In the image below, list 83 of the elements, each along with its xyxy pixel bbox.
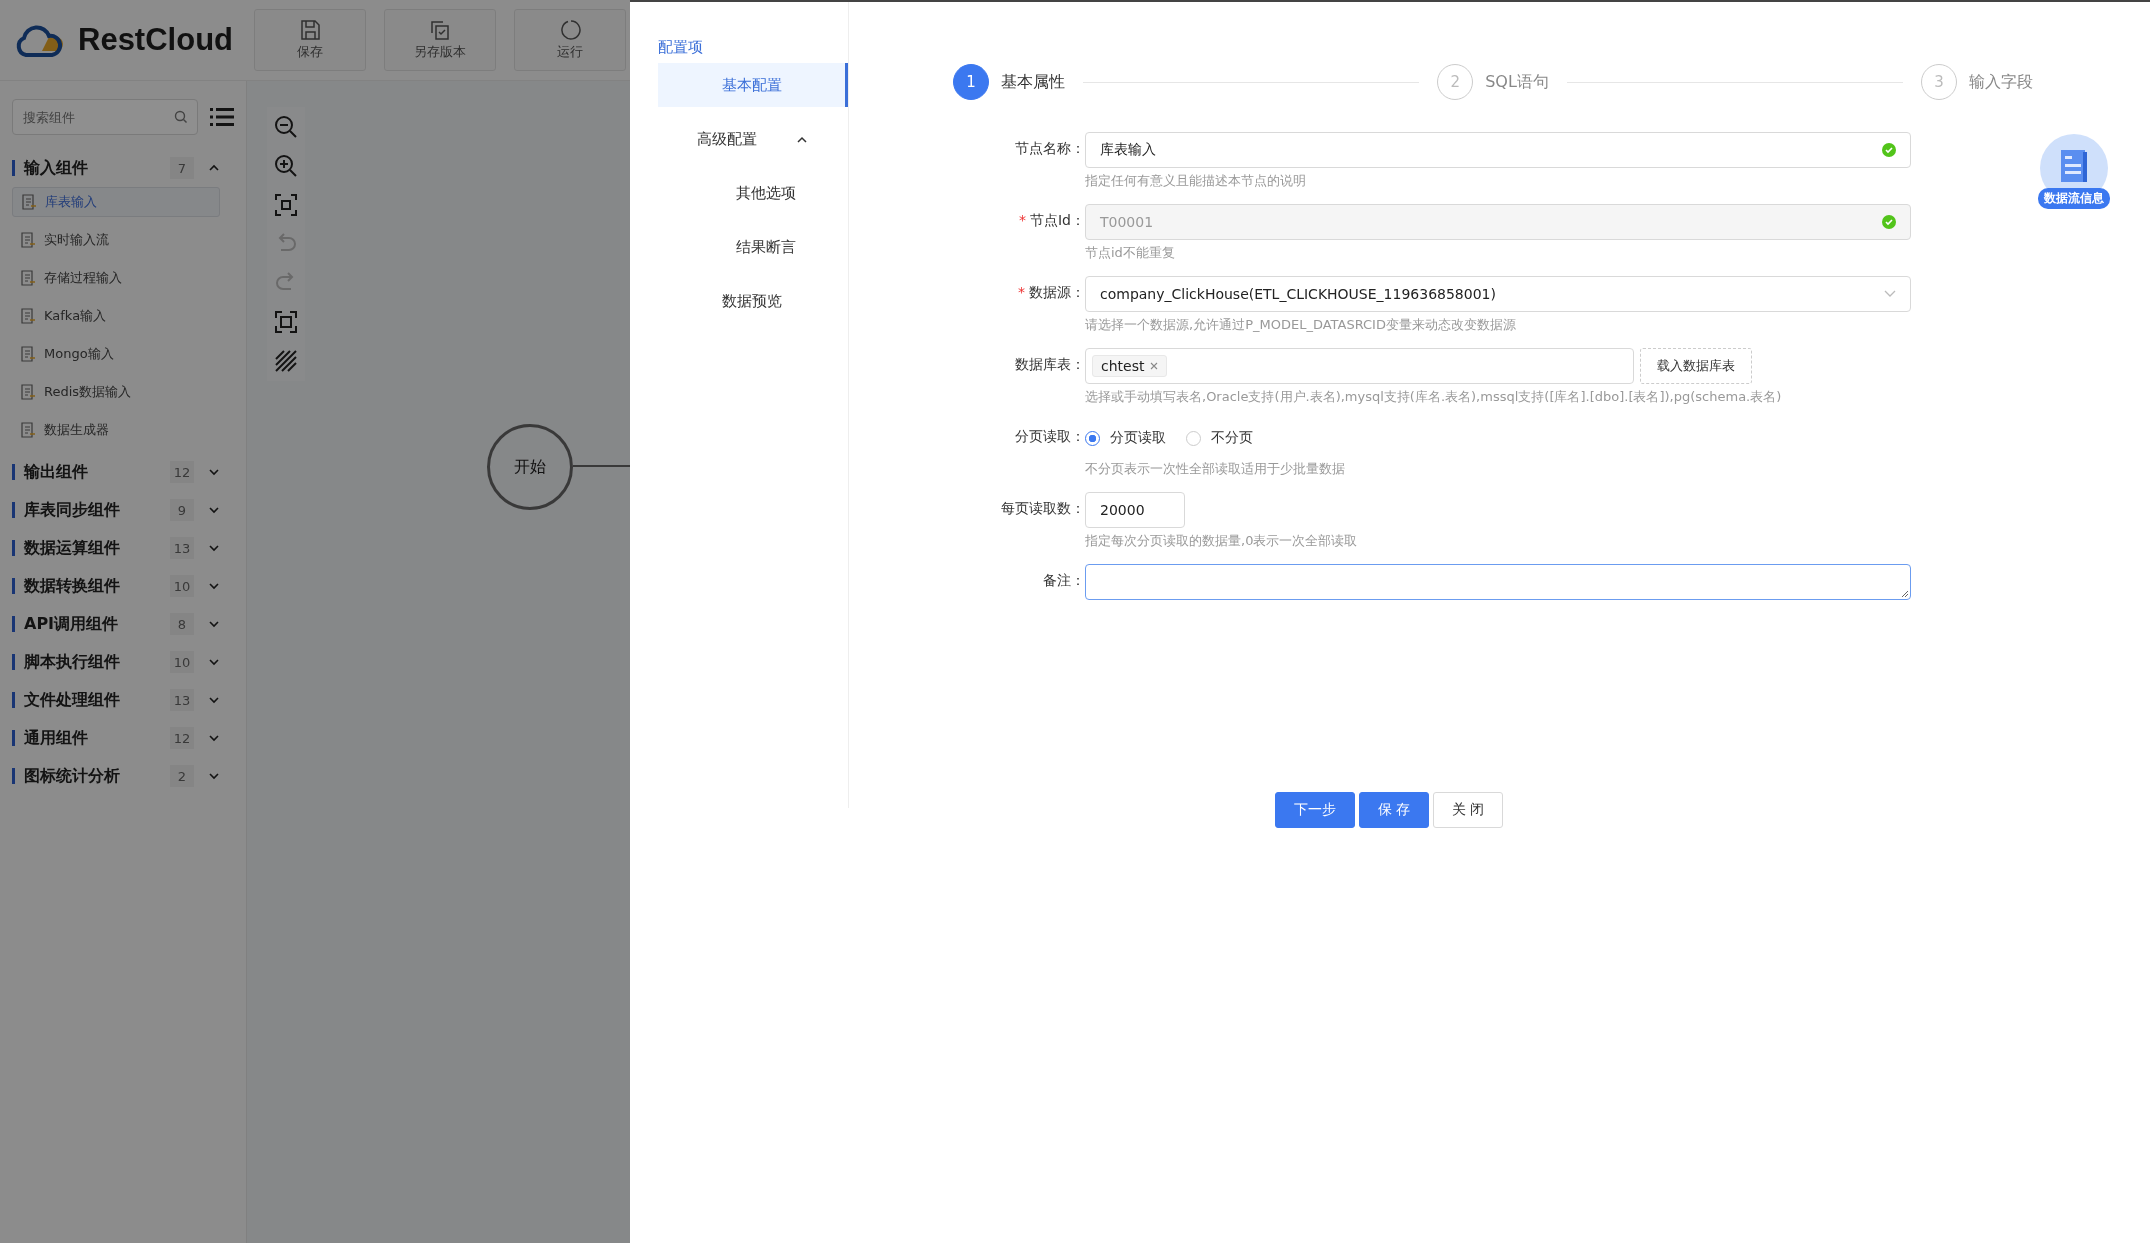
field-label: 数据源： bbox=[1029, 284, 1085, 302]
step-number[interactable]: 1 bbox=[953, 64, 989, 100]
component-item[interactable]: Redis数据输入 bbox=[12, 377, 220, 407]
help-text: 节点id不能重复 bbox=[1085, 244, 1176, 262]
tag: chtest bbox=[1092, 355, 1168, 377]
component-icon bbox=[20, 232, 36, 248]
search-field[interactable]: 搜索组件 bbox=[12, 99, 198, 135]
caret-icon bbox=[1884, 290, 1896, 298]
step-label[interactable]: SQL语句 bbox=[1485, 71, 1549, 93]
count-badge: 10 bbox=[170, 575, 194, 597]
field-label: 节点名称： bbox=[1015, 140, 1085, 158]
remark-textarea[interactable] bbox=[1085, 564, 1911, 600]
search-icon bbox=[174, 110, 188, 124]
required-mark: * bbox=[1018, 284, 1025, 300]
count-badge: 8 bbox=[170, 613, 194, 635]
group-header[interactable]: 数据转换组件 10 bbox=[12, 567, 234, 605]
select-field[interactable]: company_ClickHouse(ETL_CLICKHOUSE_119636858001) bbox=[1085, 276, 1911, 312]
component-item[interactable]: 实时输入流 bbox=[12, 225, 220, 255]
count-badge: 12 bbox=[170, 461, 194, 483]
count-badge: 9 bbox=[170, 499, 194, 521]
count-badge: 2 bbox=[170, 765, 194, 787]
number-input[interactable]: 20000 bbox=[1085, 492, 1185, 528]
required-mark: * bbox=[1019, 212, 1026, 228]
group-header[interactable]: 输入组件 7 bbox=[12, 149, 234, 187]
toolbar-button[interactable]: 运行 bbox=[514, 9, 626, 71]
count-badge: 13 bbox=[170, 537, 194, 559]
group-header[interactable]: 输出组件 12 bbox=[12, 453, 234, 491]
group-header[interactable]: 图标统计分析 2 bbox=[12, 757, 234, 795]
step-label[interactable]: 基本属性 bbox=[1001, 71, 1065, 93]
resize-grip-icon bbox=[1901, 590, 1908, 597]
help-text: 指定任何有意义且能描述本节点的说明 bbox=[1085, 172, 1307, 190]
group-header[interactable]: 库表同步组件 9 bbox=[12, 491, 234, 529]
section-title: 配置项 bbox=[658, 38, 704, 57]
action-button[interactable]: 关 闭 bbox=[1433, 792, 1504, 828]
close-icon[interactable] bbox=[1150, 362, 1159, 370]
field-label: 分页读取： bbox=[1015, 428, 1085, 446]
group-header[interactable]: 文件处理组件 13 bbox=[12, 681, 234, 719]
data-flow-badge[interactable]: 数据流信息 bbox=[2038, 188, 2110, 209]
component-item[interactable]: 库表输入 bbox=[12, 187, 220, 217]
field-label: 数据库表： bbox=[1015, 356, 1085, 374]
tag-input[interactable]: chtest bbox=[1085, 348, 1634, 384]
component-item[interactable]: Kafka输入 bbox=[12, 301, 220, 331]
component-icon bbox=[20, 308, 36, 324]
count-badge: 10 bbox=[170, 651, 194, 673]
component-icon bbox=[20, 384, 36, 400]
component-item[interactable]: Mongo输入 bbox=[12, 339, 220, 369]
radio-button[interactable] bbox=[1085, 430, 1100, 446]
component-icon bbox=[20, 422, 36, 438]
component-item[interactable]: 存储过程输入 bbox=[12, 263, 220, 293]
copy-check-icon bbox=[429, 19, 451, 41]
field-label: 备注： bbox=[1043, 572, 1085, 590]
text-input[interactable]: 库表输入 bbox=[1085, 132, 1911, 168]
hatch-icon[interactable] bbox=[274, 349, 298, 373]
component-icon bbox=[20, 346, 36, 362]
load-button[interactable]: 载入数据库表 bbox=[1640, 348, 1752, 384]
zoom-in-icon[interactable] bbox=[274, 154, 298, 178]
component-item[interactable]: 数据生成器 bbox=[12, 415, 220, 445]
count-badge: 13 bbox=[170, 689, 194, 711]
count-badge: 7 bbox=[170, 157, 194, 179]
nav-item[interactable]: 基本配置 bbox=[658, 63, 848, 107]
group-header[interactable]: API调用组件 8 bbox=[12, 605, 234, 643]
list-icon[interactable] bbox=[210, 107, 234, 127]
zoom-out-icon[interactable] bbox=[274, 115, 298, 139]
action-button[interactable]: 保 存 bbox=[1358, 792, 1429, 828]
group-header[interactable]: 脚本执行组件 10 bbox=[12, 643, 234, 681]
component-icon bbox=[20, 270, 36, 286]
fullscreen-icon[interactable] bbox=[274, 310, 298, 334]
group-header[interactable]: 通用组件 12 bbox=[12, 719, 234, 757]
logo-text: RestCloud bbox=[78, 22, 233, 58]
toolbar-button[interactable]: 另存版本 bbox=[384, 9, 496, 71]
component-icon bbox=[21, 194, 37, 210]
action-button[interactable]: 下一步 bbox=[1274, 792, 1355, 828]
field-label: 节点Id： bbox=[1030, 212, 1085, 230]
radio-option[interactable]: 分页读取 bbox=[1085, 429, 1166, 447]
group-header[interactable]: 数据运算组件 13 bbox=[12, 529, 234, 567]
step-label[interactable]: 输入字段 bbox=[1969, 71, 2033, 93]
start-node: 开始 bbox=[487, 424, 573, 510]
field-label: 每页读取数： bbox=[1001, 500, 1085, 518]
toolbar-button[interactable]: 保存 bbox=[254, 9, 366, 71]
count-badge: 12 bbox=[170, 727, 194, 749]
radio-option[interactable]: 不分页 bbox=[1186, 429, 1253, 447]
focus-icon[interactable] bbox=[274, 193, 298, 217]
help-text: 选择或手动填写表名,Oracle支持(用户.表名),mysql支持(库名.表名),mssql支持([库名].[dbo].[表名]),pg(schema.表名) bbox=[1085, 388, 1783, 406]
